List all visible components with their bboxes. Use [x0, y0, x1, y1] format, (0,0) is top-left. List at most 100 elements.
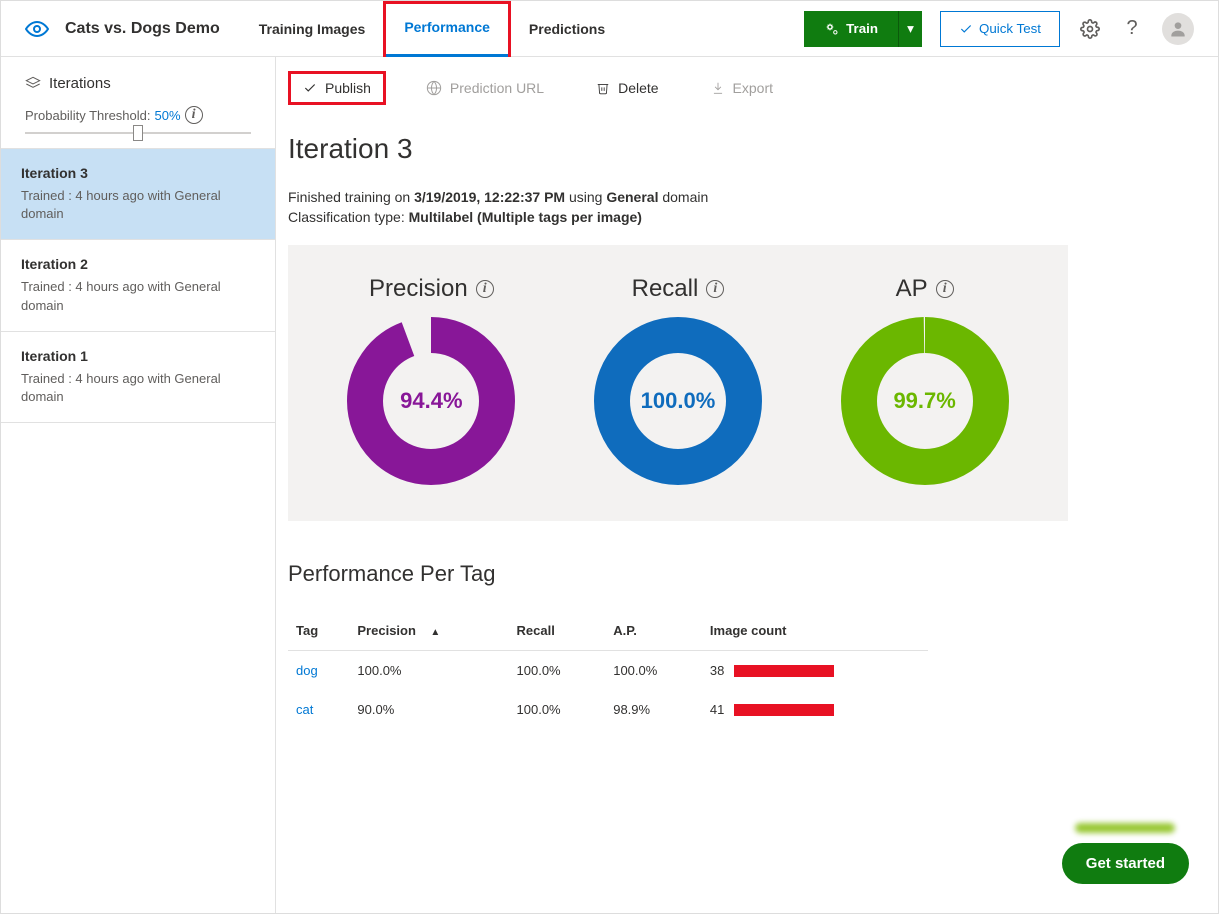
threshold-value: 50%: [155, 108, 181, 123]
precision-value: 94.4%: [400, 388, 462, 414]
recall-label-text: Recall: [632, 275, 699, 303]
iteration-item-1[interactable]: Iteration 1 Trained : 4 hours ago with G…: [1, 332, 275, 423]
finished-time: 3/19/2019, 12:22:37 PM: [414, 189, 565, 205]
delete-button[interactable]: Delete: [584, 74, 670, 102]
iteration-sub: Trained : 4 hours ago with General domai…: [21, 370, 255, 406]
publish-label: Publish: [325, 80, 371, 96]
tag-link-dog[interactable]: dog: [296, 663, 318, 678]
class-type-value: Multilabel (Multiple tags per image): [409, 209, 642, 225]
per-tag-table: Tag Precision ▲ Recall A.P. Image count …: [288, 611, 928, 729]
info-icon[interactable]: i: [706, 280, 724, 298]
trash-icon: [596, 81, 610, 95]
quick-test-button[interactable]: Quick Test: [940, 11, 1060, 47]
ap-value: 99.7%: [893, 388, 955, 414]
cell-precision: 100.0%: [349, 651, 508, 691]
metrics-panel: Precision i 94.4% Recall i: [288, 245, 1068, 521]
probability-threshold: Probability Threshold: 50% i: [25, 106, 251, 124]
col-count[interactable]: Image count: [702, 611, 928, 651]
iteration-title: Iteration 3: [288, 133, 1218, 165]
ap-donut: 99.7%: [835, 311, 1015, 491]
help-button[interactable]: ?: [1120, 17, 1144, 41]
metric-recall: Recall i 100.0%: [588, 275, 768, 491]
gears-icon: [824, 21, 840, 37]
metric-precision: Precision i 94.4%: [341, 275, 521, 491]
table-row: cat 90.0% 100.0% 98.9% 41: [288, 690, 928, 729]
count-value: 38: [710, 663, 724, 678]
col-ap[interactable]: A.P.: [605, 611, 702, 651]
train-dropdown-button[interactable]: ▾: [898, 11, 922, 47]
tab-training-images[interactable]: Training Images: [241, 1, 384, 57]
prediction-url-label: Prediction URL: [450, 80, 544, 96]
get-started-float: Get started: [1062, 823, 1189, 884]
finished-domain: General: [606, 189, 658, 205]
cell-recall: 100.0%: [509, 690, 606, 729]
project-icon: [25, 17, 49, 41]
threshold-slider[interactable]: [25, 132, 251, 134]
precision-label-text: Precision: [369, 275, 468, 303]
iteration-sub: Trained : 4 hours ago with General domai…: [21, 278, 255, 314]
ap-label-text: AP: [896, 275, 928, 303]
settings-button[interactable]: [1078, 17, 1102, 41]
prediction-url-button: Prediction URL: [414, 74, 556, 102]
train-button[interactable]: Train: [804, 11, 898, 47]
count-value: 41: [710, 702, 724, 717]
info-icon[interactable]: i: [936, 280, 954, 298]
app-header: Cats vs. Dogs Demo Training Images Perfo…: [1, 1, 1218, 57]
precision-donut: 94.4%: [341, 311, 521, 491]
export-button: Export: [699, 74, 785, 102]
threshold-label: Probability Threshold:: [25, 108, 151, 123]
info-icon[interactable]: i: [185, 106, 203, 124]
main-content: Publish Prediction URL Delete Export Ite…: [276, 57, 1218, 913]
ap-label: AP i: [835, 275, 1015, 303]
tab-predictions[interactable]: Predictions: [511, 1, 623, 57]
tag-link-cat[interactable]: cat: [296, 702, 313, 717]
sidebar-top: Iterations Probability Threshold: 50% i: [1, 57, 275, 148]
cell-ap: 98.9%: [605, 690, 702, 729]
finished-suffix: domain: [658, 189, 708, 205]
nav-tabs: Training Images Performance Predictions: [241, 1, 623, 57]
col-precision[interactable]: Precision ▲: [349, 611, 508, 651]
count-bar: [734, 704, 834, 716]
recall-value: 100.0%: [641, 388, 716, 414]
iteration-list: Iteration 3 Trained : 4 hours ago with G…: [1, 148, 275, 423]
check-icon: [303, 81, 317, 95]
sidebar-iterations-header: Iterations: [25, 75, 251, 92]
iteration-item-3[interactable]: Iteration 3 Trained : 4 hours ago with G…: [1, 149, 275, 240]
recall-donut: 100.0%: [588, 311, 768, 491]
iteration-name: Iteration 2: [21, 256, 255, 272]
cell-count: 38: [710, 663, 920, 678]
delete-label: Delete: [618, 80, 658, 96]
iteration-name: Iteration 3: [21, 165, 255, 181]
finished-line: Finished training on 3/19/2019, 12:22:37…: [288, 189, 1218, 205]
precision-label: Precision i: [341, 275, 521, 303]
user-avatar[interactable]: [1162, 13, 1194, 45]
iteration-toolbar: Publish Prediction URL Delete Export: [276, 57, 1218, 119]
info-icon[interactable]: i: [476, 280, 494, 298]
quick-test-label: Quick Test: [979, 21, 1041, 36]
cell-ap: 100.0%: [605, 651, 702, 691]
tab-performance[interactable]: Performance: [386, 1, 508, 57]
cell-count: 41: [710, 702, 920, 717]
publish-button[interactable]: Publish: [291, 74, 383, 102]
content-area: Iteration 3 Finished training on 3/19/20…: [276, 119, 1218, 769]
header-actions: Train ▾ Quick Test ?: [804, 11, 1194, 47]
sidebar: Iterations Probability Threshold: 50% i …: [1, 57, 276, 913]
get-started-button[interactable]: Get started: [1062, 843, 1189, 884]
sidebar-title-text: Iterations: [49, 75, 111, 92]
cell-precision: 90.0%: [349, 690, 508, 729]
iteration-name: Iteration 1: [21, 348, 255, 364]
train-button-label: Train: [846, 21, 878, 36]
metric-ap: AP i 99.7%: [835, 275, 1015, 491]
table-header-row: Tag Precision ▲ Recall A.P. Image count: [288, 611, 928, 651]
layers-icon: [25, 76, 41, 92]
col-recall[interactable]: Recall: [509, 611, 606, 651]
check-icon: [959, 22, 973, 36]
finished-prefix: Finished training on: [288, 189, 414, 205]
col-tag[interactable]: Tag: [288, 611, 349, 651]
slider-handle[interactable]: [133, 125, 143, 141]
cell-recall: 100.0%: [509, 651, 606, 691]
class-type-label: Classification type:: [288, 209, 409, 225]
project-title: Cats vs. Dogs Demo: [65, 20, 220, 38]
download-icon: [711, 81, 725, 95]
iteration-item-2[interactable]: Iteration 2 Trained : 4 hours ago with G…: [1, 240, 275, 331]
